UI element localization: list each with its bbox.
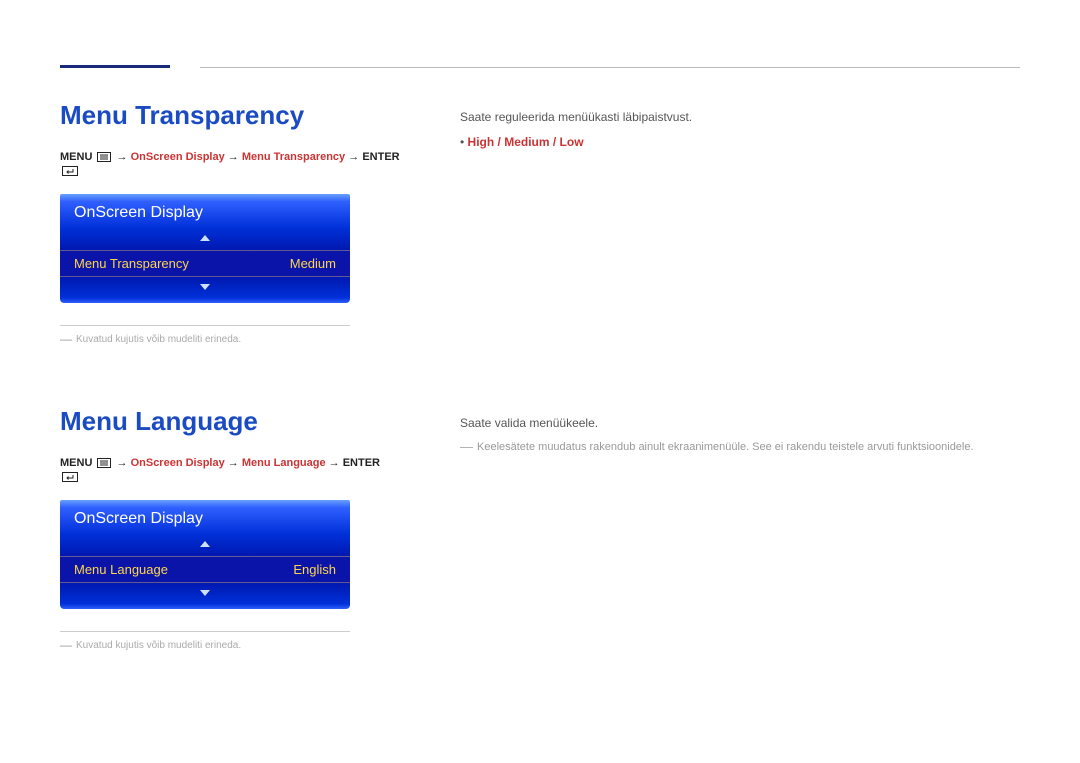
osd-preview-language: OnScreen Display Menu Language English: [60, 500, 350, 609]
osd-arrow-up[interactable]: [60, 534, 350, 556]
note-content: Kuvatud kujutis võib mudeliti erineda.: [76, 640, 241, 651]
osd-preview-transparency: OnScreen Display Menu Transparency Mediu…: [60, 194, 350, 303]
section-menu-transparency: Menu Transparency MENU → OnScreen Displa…: [60, 100, 1020, 346]
breadcrumb-enter: ENTER: [343, 457, 380, 469]
osd-item-label: Menu Transparency: [74, 256, 189, 271]
remark-text: ―Keelesätete muudatus rakendub ainult ek…: [460, 437, 1020, 458]
description-text: Saate reguleerida menüükasti läbipaistvu…: [460, 108, 1020, 127]
note-divider: [60, 325, 350, 326]
note-divider: [60, 631, 350, 632]
osd-item-label: Menu Language: [74, 562, 168, 577]
section-title: Menu Language: [60, 406, 400, 437]
section-title: Menu Transparency: [60, 100, 400, 131]
breadcrumb-path-2: Menu Language: [242, 457, 326, 469]
osd-selected-item[interactable]: Menu Language English: [60, 556, 350, 583]
breadcrumb-menu: MENU: [60, 457, 92, 469]
note-content: Kuvatud kujutis võib mudeliti erineda.: [76, 334, 241, 345]
breadcrumb: MENU → OnScreen Display → Menu Transpare…: [60, 151, 400, 179]
menu-icon: [97, 152, 111, 165]
osd-item-value: Medium: [290, 256, 336, 271]
breadcrumb-path-2: Menu Transparency: [242, 151, 345, 163]
breadcrumb-menu: MENU: [60, 151, 92, 163]
osd-header: OnScreen Display: [60, 500, 350, 534]
remark-content: Keelesätete muudatus rakendub ainult ekr…: [477, 441, 974, 453]
osd-header: OnScreen Display: [60, 194, 350, 228]
osd-selected-item[interactable]: Menu Transparency Medium: [60, 250, 350, 277]
breadcrumb-path-1: OnScreen Display: [131, 457, 225, 469]
osd-arrow-down[interactable]: [60, 277, 350, 303]
description-text: Saate valida menüükeele.: [460, 414, 1020, 433]
enter-icon: [62, 166, 78, 179]
osd-item-value: English: [293, 562, 336, 577]
note-text: ―Kuvatud kujutis võib mudeliti erineda.: [60, 638, 400, 652]
options-list: High / Medium / Low: [468, 135, 584, 149]
enter-icon: [62, 472, 78, 485]
breadcrumb-enter: ENTER: [362, 151, 399, 163]
options-bullet: High / Medium / Low: [460, 133, 1020, 152]
osd-arrow-down[interactable]: [60, 583, 350, 609]
note-text: ―Kuvatud kujutis võib mudeliti erineda.: [60, 332, 400, 346]
section-menu-language: Menu Language MENU → OnScreen Display → …: [60, 406, 1020, 652]
breadcrumb-path-1: OnScreen Display: [131, 151, 225, 163]
osd-arrow-up[interactable]: [60, 228, 350, 250]
breadcrumb: MENU → OnScreen Display → Menu Language …: [60, 457, 400, 485]
menu-icon: [97, 458, 111, 471]
